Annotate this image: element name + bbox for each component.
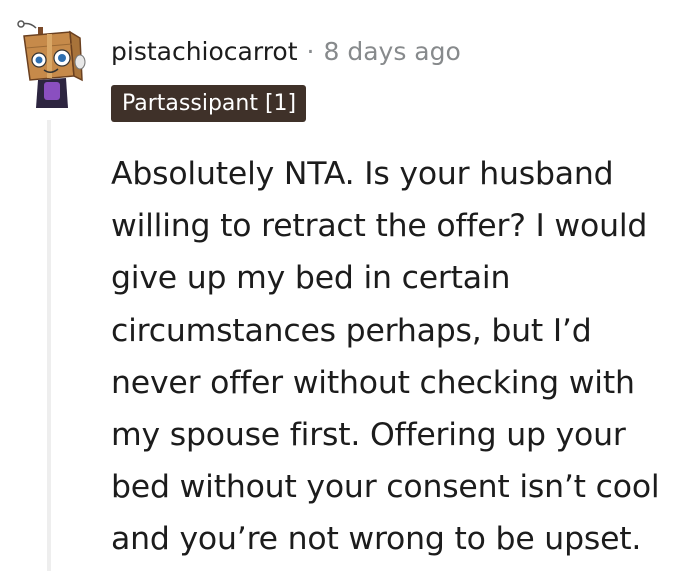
author-username[interactable]: pistachiocarrot (111, 37, 298, 66)
thread-collapse-line[interactable] (47, 120, 51, 571)
comment: pistachiocarrot · 8 days ago Partassipan… (0, 0, 700, 571)
user-avatar[interactable] (14, 18, 86, 112)
comment-meta: pistachiocarrot · 8 days ago (111, 34, 461, 68)
comment-body-line: never offer without checking with (111, 364, 635, 401)
comment-body-line: circumstances perhaps, but I’d (111, 312, 592, 349)
snoo-avatar-icon (17, 20, 86, 108)
comment-timestamp[interactable]: 8 days ago (323, 37, 460, 66)
user-flair-badge: Partassipant [1] (111, 85, 307, 122)
meta-separator: · (306, 36, 315, 66)
comment-body-line: my spouse first. Offering up your (111, 417, 626, 454)
comment-body-line: give up my bed in certain (111, 260, 511, 297)
comment-body-line: willing to retract the offer? I would (111, 208, 648, 245)
comment-body-line: and you’re not wrong to be upset. (111, 521, 642, 558)
comment-body-line: bed without your consent isn’t cool (111, 469, 660, 506)
comment-body-line: Absolutely NTA. Is your husband (111, 156, 614, 192)
comment-body: Absolutely NTA. Is your husband willing … (111, 148, 691, 566)
